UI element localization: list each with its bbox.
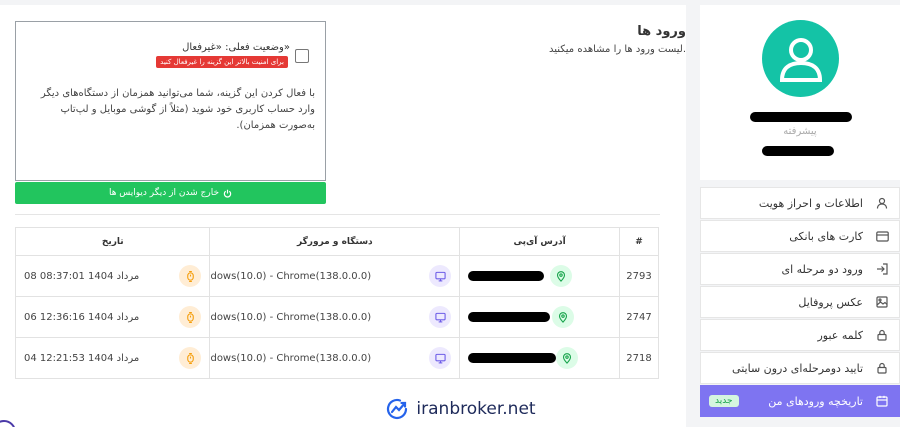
- image-icon: [875, 295, 889, 309]
- redacted-user-info: [762, 146, 834, 156]
- clock-icon: [179, 265, 202, 287]
- sidebar-item-site-two-factor[interactable]: تایید دومرحله‌ای درون سایتی: [700, 352, 900, 384]
- header-date: تاریخ: [14, 227, 211, 256]
- monitor-icon: [429, 265, 452, 287]
- sidebar-item-login-history[interactable]: تاریخچه ورودهای من جدید: [700, 385, 900, 417]
- login-id: 2747: [619, 296, 659, 338]
- option-status-text: وضعیت فعلی: «غیرفعال»: [182, 42, 290, 53]
- sidebar-item-profile-photo[interactable]: عکس پروفایل: [700, 286, 900, 318]
- redacted-ip: [468, 271, 545, 281]
- sidebar-item-identity[interactable]: اطلاعات و احراز هویت: [700, 187, 900, 219]
- sidebar-item-label: ورود دو مرحله ای: [781, 262, 863, 276]
- sidebar-item-label: کارت های بانکی: [789, 229, 863, 243]
- device-browser: dows(10.0) - Chrome(138.0.0.0): [210, 270, 372, 282]
- location-pin-icon: [552, 306, 575, 328]
- sidebar-item-label: کلمه عبور: [817, 328, 863, 342]
- location-pin-icon: [550, 265, 573, 287]
- header-id: #: [619, 227, 659, 256]
- header-ip: آدرس آی‌پی: [459, 227, 621, 256]
- login-id: 2718: [619, 337, 659, 379]
- table-row: 08 مرداد 1404 08:37:01 dows(10.0) - Chro…: [14, 255, 659, 297]
- sidebar-menu: اطلاعات و احراز هویت کارت های بانکی ورود…: [700, 187, 900, 418]
- device-browser: dows(10.0) - Chrome(138.0.0.0): [210, 311, 372, 323]
- login-id: 2793: [619, 255, 659, 297]
- user-level: پیشرفته: [783, 126, 817, 137]
- watermark: iranbroker.net: [362, 390, 560, 427]
- calendar-icon: [875, 394, 889, 408]
- clock-icon: [179, 306, 202, 328]
- sidebar-item-label: تاریخچه ورودهای من: [768, 394, 863, 408]
- login-date: 08 مرداد 1404 08:37:01: [24, 270, 140, 282]
- sidebar-item-label: عکس پروفایل: [798, 295, 863, 309]
- table-row: 04 مرداد 1404 12:21:53 dows(10.0) - Chro…: [14, 337, 659, 379]
- lock-icon: [875, 361, 889, 375]
- header-device: دستگاه و مرورگر: [209, 227, 461, 256]
- login-icon: [875, 262, 889, 276]
- redacted-ip: [468, 312, 551, 322]
- monitor-icon: [429, 347, 452, 369]
- multi-login-checkbox[interactable]: [295, 49, 309, 63]
- user-icon: [875, 196, 889, 210]
- redacted-username: [750, 112, 852, 122]
- lock-icon: [875, 328, 889, 342]
- table-header-row: تاریخ دستگاه و مرورگر آدرس آی‌پی #: [14, 227, 659, 256]
- watermark-text: iranbroker.net: [416, 398, 536, 419]
- page-description: لیست ورود ها را مشاهده میکنید.: [548, 44, 686, 55]
- location-pin-icon: [556, 347, 579, 369]
- multi-login-option-box: وضعیت فعلی: «غیرفعال» برای امنیت بالاتر …: [15, 21, 326, 181]
- user-avatar-icon: [779, 37, 822, 82]
- table-row: 06 مرداد 1404 12:36:16 dows(10.0) - Chro…: [14, 296, 659, 338]
- sidebar-item-label: اطلاعات و احراز هویت: [758, 196, 863, 210]
- logout-other-devices-button[interactable]: خارج شدن از دیگر دیوایس ها: [15, 182, 326, 204]
- clock-icon: [179, 347, 202, 369]
- login-date: 06 مرداد 1404 12:36:16: [24, 311, 140, 323]
- iranbroker-logo-icon: [387, 398, 408, 419]
- avatar[interactable]: [762, 20, 839, 97]
- page-title: ورود ها: [637, 24, 686, 39]
- section-divider: [15, 214, 660, 215]
- sidebar-item-password[interactable]: کلمه عبور: [700, 319, 900, 351]
- login-history-table: تاریخ دستگاه و مرورگر آدرس آی‌پی # 08 مر…: [14, 227, 659, 379]
- monitor-icon: [429, 306, 452, 328]
- security-warning-badge: برای امنیت بالاتر این گزینه را غیرفعال ک…: [156, 56, 288, 68]
- login-date: 04 مرداد 1404 12:21:53: [24, 352, 140, 364]
- new-badge: جدید: [709, 395, 739, 407]
- logout-button-label: خارج شدن از دیگر دیوایس ها: [108, 188, 220, 198]
- sidebar-item-bank-cards[interactable]: کارت های بانکی: [700, 220, 900, 252]
- option-description: با فعال کردن این گزینه، شما می‌توانید هم…: [40, 88, 315, 131]
- sidebar-item-label: تایید دومرحله‌ای درون سایتی: [732, 361, 863, 375]
- redacted-ip: [468, 353, 557, 363]
- credit-card-icon: [875, 229, 889, 243]
- power-icon: [223, 189, 232, 197]
- sidebar-item-two-step-login[interactable]: ورود دو مرحله ای: [700, 253, 900, 285]
- device-browser: dows(10.0) - Chrome(138.0.0.0): [210, 352, 372, 364]
